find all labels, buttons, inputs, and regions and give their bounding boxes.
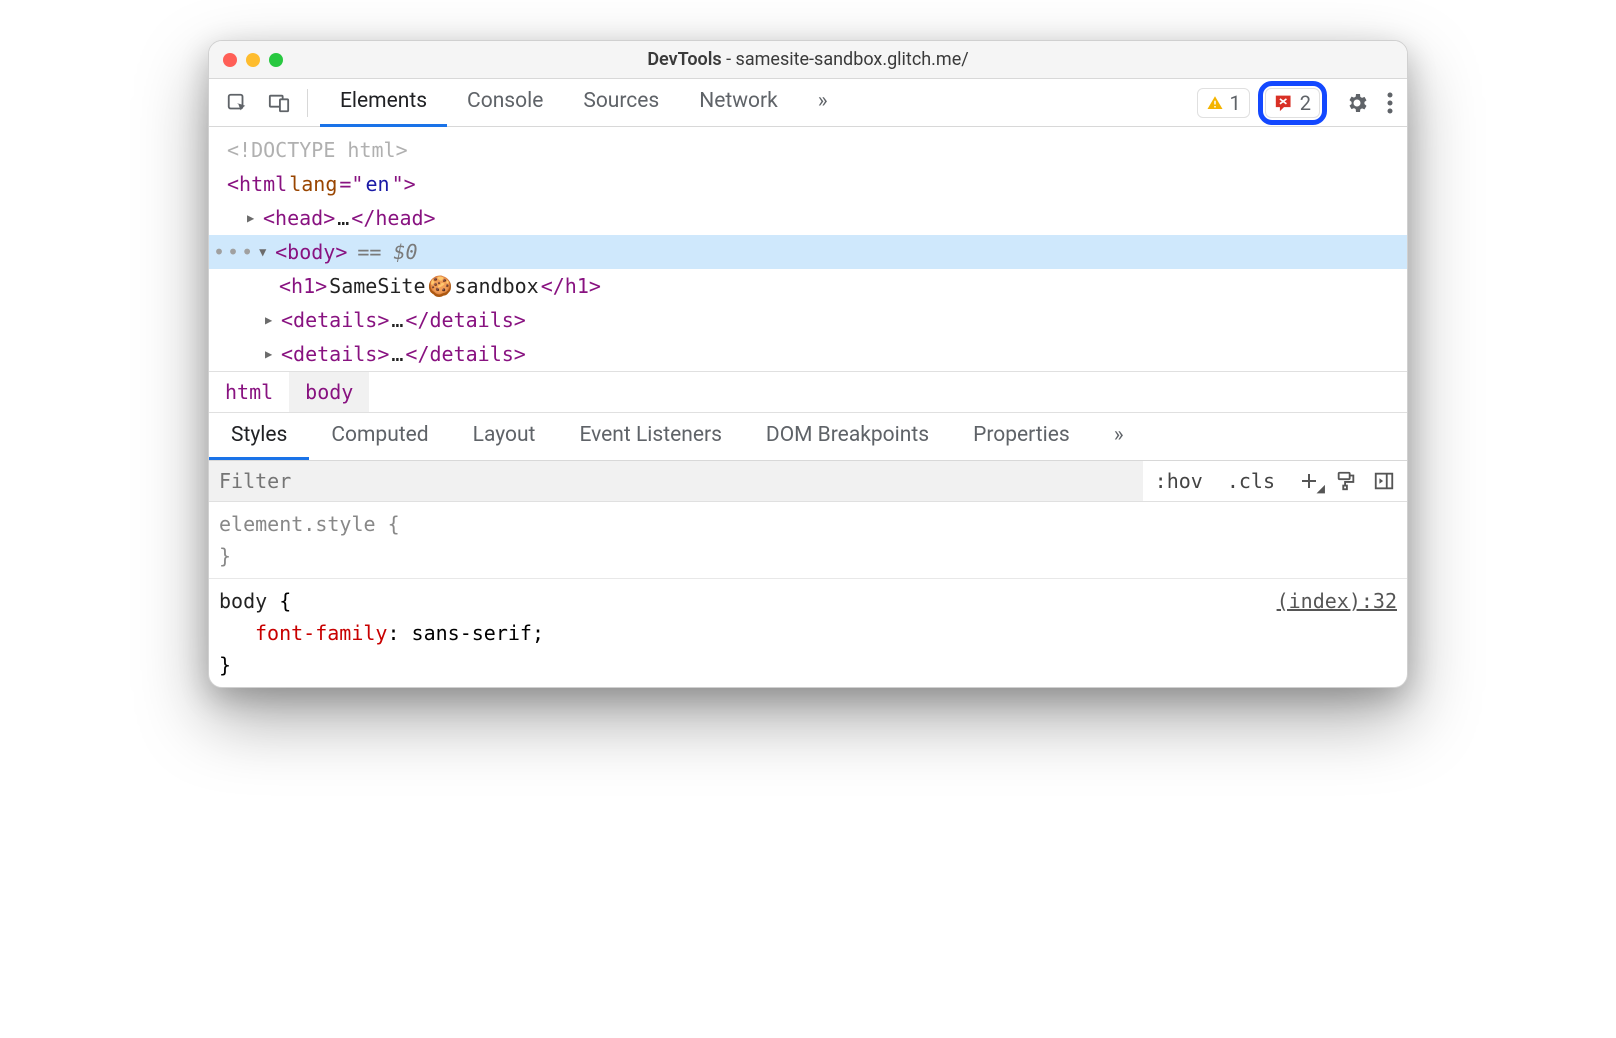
status-counters: 1 2 xyxy=(1197,81,1328,125)
toolbar-separator xyxy=(307,89,308,117)
issues-highlight: 2 xyxy=(1258,81,1327,125)
tab-event-listeners[interactable]: Event Listeners xyxy=(557,413,743,460)
cookie-emoji-icon: 🍪 xyxy=(428,269,453,303)
window-title: DevTools - samesite-sandbox.glitch.me/ xyxy=(209,49,1407,70)
warnings-counter[interactable]: 1 xyxy=(1197,88,1250,118)
zoom-window-button[interactable] xyxy=(269,53,283,67)
settings-icon[interactable] xyxy=(1345,91,1369,115)
styles-panel: element.style { } body { (index):32 font… xyxy=(209,502,1407,687)
dom-body-selected[interactable]: ••• <body> == $0 xyxy=(209,235,1407,269)
dom-head[interactable]: <head>…</head> xyxy=(209,201,1407,235)
dom-doctype[interactable]: <!DOCTYPE html> xyxy=(209,133,1407,167)
dom-details-1[interactable]: <details>…</details> xyxy=(209,303,1407,337)
issues-count: 2 xyxy=(1300,91,1311,115)
inspect-element-icon[interactable] xyxy=(223,89,251,117)
breadcrumb-body[interactable]: body xyxy=(289,372,369,412)
body-style-rule[interactable]: body { (index):32 font-family: sans-seri… xyxy=(209,579,1407,687)
close-window-button[interactable] xyxy=(223,53,237,67)
new-style-rule-icon[interactable]: ◢ xyxy=(1299,471,1319,491)
toggle-sidebar-icon[interactable] xyxy=(1373,470,1395,492)
hov-toggle[interactable]: :hov xyxy=(1143,463,1215,499)
issues-counter[interactable]: 2 xyxy=(1265,88,1320,118)
tabs-overflow-icon[interactable]: » xyxy=(798,79,848,127)
more-menu-icon[interactable] xyxy=(1387,92,1393,114)
tab-sources[interactable]: Sources xyxy=(563,79,679,127)
tab-layout[interactable]: Layout xyxy=(451,413,558,460)
warnings-count: 1 xyxy=(1230,91,1241,115)
tab-styles[interactable]: Styles xyxy=(209,413,309,460)
paint-icon[interactable] xyxy=(1335,470,1357,492)
tab-dom-breakpoints[interactable]: DOM Breakpoints xyxy=(744,413,951,460)
tab-computed[interactable]: Computed xyxy=(309,413,450,460)
dom-h1[interactable]: <h1>SameSite 🍪 sandbox</h1> xyxy=(209,269,1407,303)
dom-breadcrumb: html body xyxy=(209,371,1407,413)
tab-network[interactable]: Network xyxy=(679,79,798,127)
devtools-window: DevTools - samesite-sandbox.glitch.me/ E… xyxy=(208,40,1408,688)
styles-filter-input[interactable] xyxy=(209,461,1143,501)
dom-details-2[interactable]: <details>…</details> xyxy=(209,337,1407,371)
expand-icon[interactable] xyxy=(265,310,279,330)
dom-html-open[interactable]: <html lang="en"> xyxy=(209,167,1407,201)
css-property-value[interactable]: sans-serif xyxy=(412,621,532,645)
styles-tab-strip: Styles Computed Layout Event Listeners D… xyxy=(209,413,1407,461)
styles-tabs-overflow-icon[interactable]: » xyxy=(1092,413,1146,460)
styles-filter-row: :hov .cls ◢ xyxy=(209,461,1407,502)
tab-elements[interactable]: Elements xyxy=(320,79,447,127)
main-toolbar: Elements Console Sources Network » 1 xyxy=(209,79,1407,127)
device-toolbar-icon[interactable] xyxy=(265,89,293,117)
selected-indicator: == $0 xyxy=(357,235,417,269)
cls-toggle[interactable]: .cls xyxy=(1215,463,1287,499)
warning-icon xyxy=(1206,94,1224,112)
expand-icon[interactable] xyxy=(247,208,261,228)
collapse-icon[interactable] xyxy=(259,242,273,262)
expand-icon[interactable] xyxy=(265,344,279,364)
selected-marker-icon: ••• xyxy=(209,235,255,269)
issue-error-icon xyxy=(1274,94,1294,112)
main-tabs: Elements Console Sources Network » xyxy=(320,79,848,127)
window-title-prefix: DevTools xyxy=(647,49,721,70)
rule-source-link[interactable]: (index):32 xyxy=(1277,585,1397,617)
window-titlebar: DevTools - samesite-sandbox.glitch.me/ xyxy=(209,41,1407,79)
css-property-name[interactable]: font-family xyxy=(255,621,387,645)
tab-console[interactable]: Console xyxy=(447,79,563,127)
minimize-window-button[interactable] xyxy=(246,53,260,67)
tab-properties[interactable]: Properties xyxy=(951,413,1092,460)
breadcrumb-html[interactable]: html xyxy=(209,372,289,412)
dom-tree[interactable]: <!DOCTYPE html> <html lang="en"> <head>…… xyxy=(209,127,1407,371)
window-title-url: samesite-sandbox.glitch.me/ xyxy=(736,49,969,70)
element-style-rule[interactable]: element.style { } xyxy=(209,502,1407,579)
traffic-lights xyxy=(223,53,283,67)
